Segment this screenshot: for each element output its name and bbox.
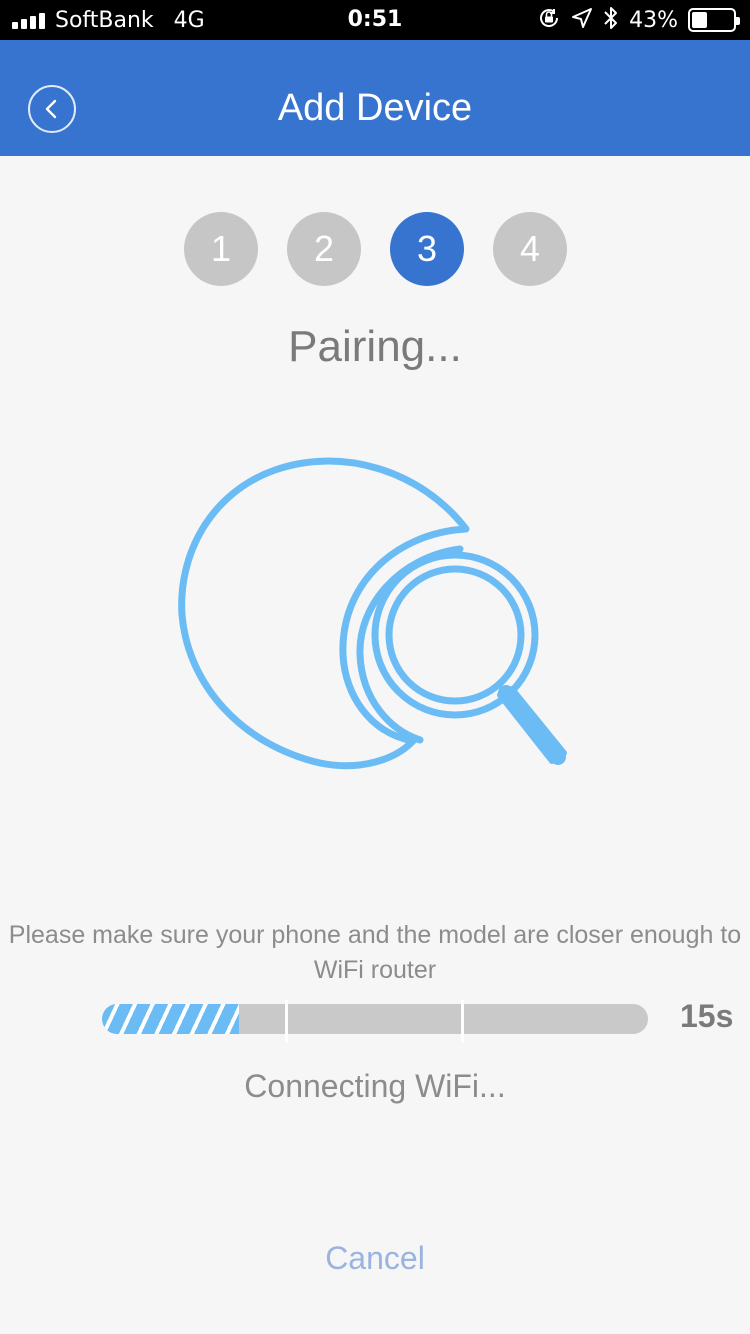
- status-right: 43%: [537, 0, 740, 40]
- connection-status: Connecting WiFi...: [244, 1068, 506, 1104]
- progress-fill: [102, 1004, 239, 1034]
- location-icon: [571, 7, 593, 33]
- step-1: 1: [184, 212, 258, 286]
- step-4: 4: [493, 212, 567, 286]
- countdown-timer: 15s: [680, 998, 734, 1034]
- header: Add Device: [0, 40, 750, 156]
- page-title: Add Device: [277, 87, 473, 129]
- progress-divider: [285, 1000, 288, 1042]
- progress-divider: [461, 1000, 464, 1042]
- step-3: 3: [390, 212, 464, 286]
- orientation-lock-icon: [537, 6, 561, 34]
- battery-percent: 43%: [629, 7, 678, 33]
- search-device-icon: [178, 457, 567, 770]
- battery-level: [692, 12, 707, 28]
- step-2: 2: [287, 212, 361, 286]
- step-indicator: 1 2 3 4: [184, 212, 567, 286]
- bluetooth-icon: [603, 5, 619, 35]
- instruction-text: Please make sure your phone and the mode…: [8, 921, 742, 984]
- progress-bar: [102, 1004, 648, 1034]
- status-bar: SoftBank 4G 0:51 43%: [0, 0, 750, 40]
- battery-icon: [688, 8, 740, 32]
- cancel-button[interactable]: Cancel: [275, 1236, 475, 1280]
- pairing-title: Pairing...: [288, 322, 462, 371]
